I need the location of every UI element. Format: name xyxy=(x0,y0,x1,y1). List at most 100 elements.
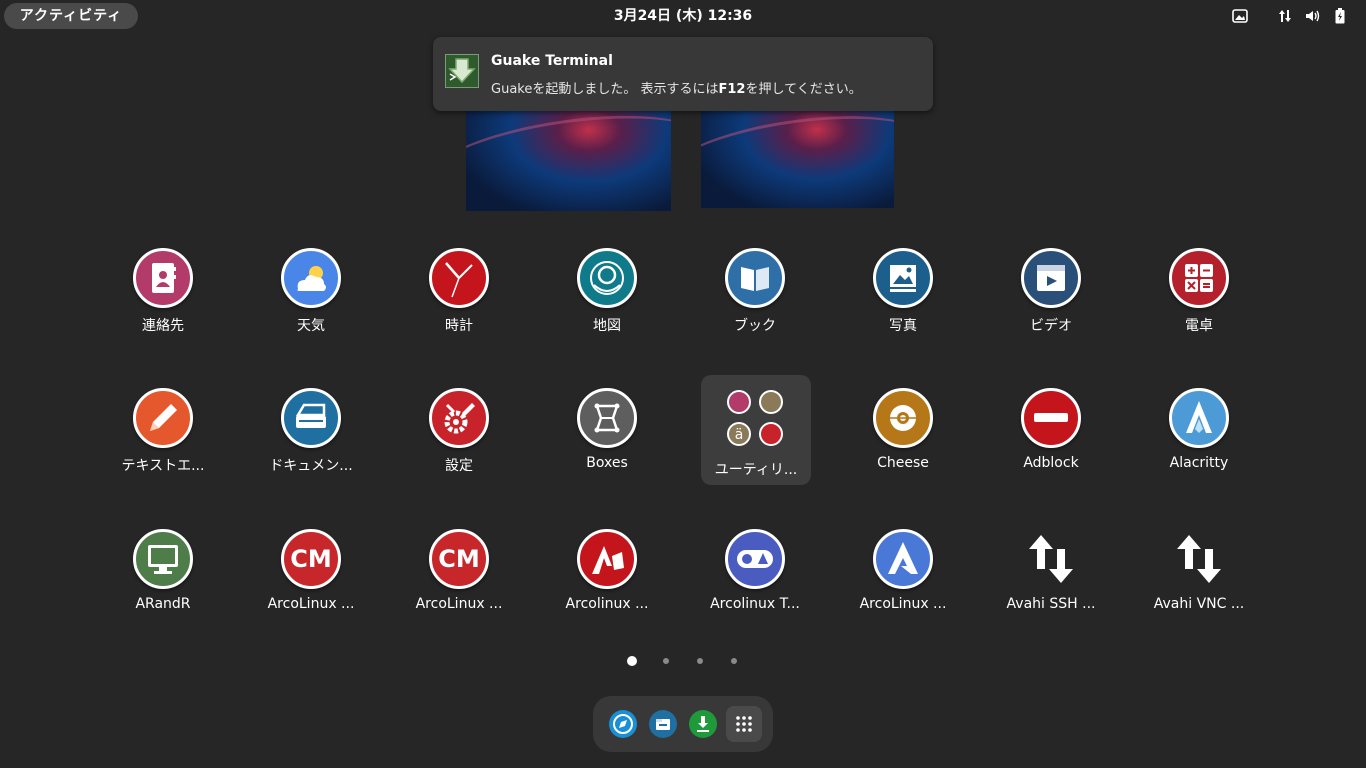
app-label: ユーティリ... xyxy=(714,462,798,478)
app-videos[interactable]: ビデオ xyxy=(996,235,1106,345)
app-weather[interactable]: 天気 xyxy=(256,235,366,345)
app-label: 地図 xyxy=(593,318,621,334)
arandr-icon xyxy=(133,529,193,589)
app-alacritty[interactable]: Alacritty xyxy=(1144,375,1254,485)
arcolinux-icon xyxy=(873,529,933,589)
app-arcolinux-tool[interactable]: Arcolinux T... xyxy=(700,516,810,626)
app-cheese[interactable]: Cheese xyxy=(848,375,958,485)
folder-disks-icon xyxy=(759,422,783,446)
page-dot-2[interactable] xyxy=(663,658,669,664)
app-boxes[interactable]: Boxes xyxy=(552,375,662,485)
cheese-icon xyxy=(873,388,933,448)
clock-button[interactable]: 3月24日 (木) 12:36 xyxy=(614,8,752,24)
alacritty-icon xyxy=(1169,388,1229,448)
app-label: 設定 xyxy=(445,458,473,474)
notification-title: Guake Terminal xyxy=(491,53,613,69)
app-calculator[interactable]: 電卓 xyxy=(1144,235,1254,345)
app-settings[interactable]: 設定 xyxy=(404,375,514,485)
top-bar: アクティビティ 3月24日 (木) 12:36 xyxy=(0,0,1366,32)
svg-text:ä: ä xyxy=(735,427,744,443)
app-label: ビデオ xyxy=(1030,318,1072,334)
workspace-thumbnail-1[interactable] xyxy=(466,110,671,211)
app-label: Adblock xyxy=(1023,455,1079,471)
arcolinux-cm-icon: CM xyxy=(429,529,489,589)
app-label: ドキュメン... xyxy=(269,458,353,474)
files-icon[interactable] xyxy=(649,710,677,738)
clock-display: 3月24日 (木) 12:36 xyxy=(0,0,1366,32)
app-contacts[interactable]: 連絡先 xyxy=(108,235,218,345)
app-folder-utilities[interactable]: ä ユーティリ... xyxy=(701,375,811,485)
browser-icon[interactable] xyxy=(609,710,637,738)
app-arcolinux-2[interactable]: CM ArcoLinux ... xyxy=(404,516,514,626)
weather-icon xyxy=(281,248,341,308)
notification-key: F12 xyxy=(718,82,746,97)
document-scanner-icon xyxy=(281,388,341,448)
app-document-scanner[interactable]: ドキュメン... xyxy=(256,375,366,485)
app-label: ARandR xyxy=(135,596,191,612)
guake-icon xyxy=(445,54,479,88)
adblock-icon xyxy=(1021,388,1081,448)
app-photos[interactable]: 写真 xyxy=(848,235,958,345)
screenshot-icon[interactable] xyxy=(1232,6,1248,26)
app-label: Arcolinux T... xyxy=(710,596,800,612)
battery-icon[interactable] xyxy=(1335,6,1345,26)
calculator-icon xyxy=(1169,248,1229,308)
folder-characters-icon: ä xyxy=(727,422,751,446)
app-arcolinux-tweak[interactable]: Arcolinux ... xyxy=(552,516,662,626)
photos-icon xyxy=(873,248,933,308)
app-label: テキストエ... xyxy=(121,458,205,474)
activities-button[interactable]: アクティビティ xyxy=(4,3,138,29)
page-dot-1[interactable] xyxy=(627,656,637,666)
notification-banner[interactable]: Guake Terminal Guakeを起動しました。 表示するにはF12を押… xyxy=(433,37,933,111)
app-label: ArcoLinux ... xyxy=(859,596,947,612)
app-label: ArcoLinux ... xyxy=(415,596,503,612)
network-icon[interactable] xyxy=(1278,6,1292,26)
app-clock[interactable]: 時計 xyxy=(404,235,514,345)
boxes-icon xyxy=(577,388,637,448)
svg-text:CM: CM xyxy=(290,545,332,573)
arcolinux-cm-icon: CM xyxy=(281,529,341,589)
app-label: Avahi VNC ... xyxy=(1153,596,1245,612)
app-label: 天気 xyxy=(297,318,325,334)
app-label: 時計 xyxy=(445,318,473,334)
app-arcolinux[interactable]: ArcoLinux ... xyxy=(848,516,958,626)
contacts-icon xyxy=(133,248,193,308)
app-label: ブック xyxy=(734,318,776,334)
app-label: Boxes xyxy=(586,455,628,471)
app-avahi-vnc[interactable]: Avahi VNC ... xyxy=(1144,516,1254,626)
download-icon[interactable] xyxy=(689,710,717,738)
app-label: 連絡先 xyxy=(142,318,184,334)
app-label: ArcoLinux ... xyxy=(267,596,355,612)
folder-system-monitor-icon xyxy=(759,390,783,414)
app-label: 写真 xyxy=(889,318,917,334)
app-arandr[interactable]: ARandR xyxy=(108,516,218,626)
app-avahi-ssh[interactable]: Avahi SSH ... xyxy=(996,516,1106,626)
app-label: Avahi SSH ... xyxy=(1006,596,1096,612)
notification-body: Guakeを起動しました。 表示するにはF12を押してください。 xyxy=(491,82,862,97)
app-arcolinux-1[interactable]: CM ArcoLinux ... xyxy=(256,516,366,626)
text-editor-icon xyxy=(133,388,193,448)
maps-icon xyxy=(577,248,637,308)
app-books[interactable]: ブック xyxy=(700,235,810,345)
videos-icon xyxy=(1021,248,1081,308)
app-adblock[interactable]: Adblock xyxy=(996,375,1106,485)
avahi-vnc-icon xyxy=(1169,529,1229,589)
books-icon xyxy=(725,248,785,308)
app-grid-icon[interactable] xyxy=(726,706,762,742)
arcolinux-tweak-icon xyxy=(577,529,637,589)
app-text-editor[interactable]: テキストエ... xyxy=(108,375,218,485)
avahi-ssh-icon xyxy=(1021,529,1081,589)
settings-icon xyxy=(429,388,489,448)
app-label: Cheese xyxy=(877,455,929,471)
app-label: Alacritty xyxy=(1169,455,1229,471)
page-dot-3[interactable] xyxy=(697,658,703,664)
app-maps[interactable]: 地図 xyxy=(552,235,662,345)
app-label: 電卓 xyxy=(1185,318,1213,334)
dash xyxy=(593,696,773,752)
clock-icon xyxy=(429,248,489,308)
workspace-thumbnail-2[interactable] xyxy=(701,110,894,208)
arcolinux-tool-icon xyxy=(725,529,785,589)
folder-disk-usage-icon xyxy=(727,390,751,414)
page-dot-4[interactable] xyxy=(731,658,737,664)
volume-icon[interactable] xyxy=(1305,6,1321,26)
